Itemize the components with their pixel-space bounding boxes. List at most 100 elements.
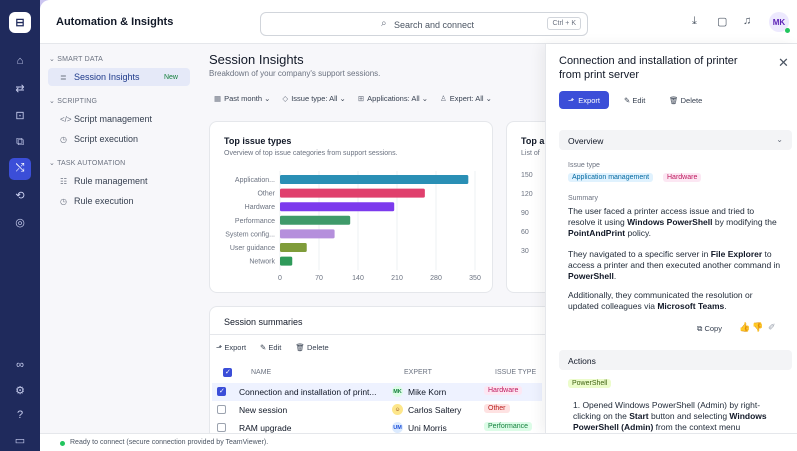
devices-icon[interactable]: ⧉ xyxy=(9,131,31,152)
filter-issue-type[interactable]: ◇ Issue type: All ⌄ xyxy=(282,94,345,103)
thumbs-down-icon[interactable]: 👎 xyxy=(752,322,763,333)
bar[interactable] xyxy=(280,243,307,252)
sidebar-item-rule-execution[interactable]: ◷ Rule execution xyxy=(48,192,190,210)
sidebar-item-label: Script management xyxy=(74,114,153,124)
transfer-icon[interactable]: ⇄ xyxy=(9,77,31,98)
bar[interactable] xyxy=(280,175,469,184)
search-input[interactable]: ⌕ Search and connect Ctrl + K xyxy=(260,12,588,36)
sidebar-item-label: Rule management xyxy=(74,176,148,186)
bar[interactable] xyxy=(280,215,351,225)
x-tick-label: 140 xyxy=(352,275,364,282)
issue-chip: Application management xyxy=(568,173,654,182)
nav-section-scripting[interactable]: ⌄ SCRIPTING xyxy=(49,97,97,105)
expert-avatar: UM xyxy=(392,422,403,433)
sidebar-item-session-insights[interactable]: ≣ Session Insights New xyxy=(48,68,190,86)
thumbs-up-icon[interactable]: 👍 xyxy=(739,322,750,333)
icon-rail: ⊟ ⌂ ⇄ ⊡ ⧉ ⤭ ⟲ ◎ ∞ ⚙ ? ▭ xyxy=(0,0,40,451)
download-icon[interactable]: ⤓ xyxy=(692,15,697,28)
scripting-icon[interactable]: ⊡ xyxy=(9,104,31,125)
sidebar-item-script-management[interactable]: </> Script management xyxy=(48,110,190,128)
filter-bar: ▦ Past month ⌄ ◇ Issue type: All ⌄ ⊞ Applic… xyxy=(214,94,492,103)
app-window: Automation & Insights ⌕ Search and conne… xyxy=(40,0,797,451)
rules-icon: ☷ xyxy=(60,176,68,186)
y-tick-label: 30 xyxy=(521,248,529,255)
feedback-icon[interactable]: ✐ xyxy=(768,322,776,333)
page-title: Session Insights xyxy=(209,52,304,67)
bar[interactable] xyxy=(280,202,395,212)
row-checkbox[interactable] xyxy=(217,405,226,414)
sidebar-item-rule-management[interactable]: ☷ Rule management xyxy=(48,172,190,190)
connections-icon[interactable]: ∞ xyxy=(9,355,31,376)
panel-title: Connection and installation of printer f… xyxy=(559,55,738,81)
select-all-checkbox[interactable] xyxy=(223,368,232,377)
category-label: System config... xyxy=(225,231,275,238)
panel-delete-button[interactable]: 🗑 Delete xyxy=(669,96,702,105)
top-issue-types-card: Top issue types Overview of top issue ca… xyxy=(209,121,493,293)
y-tick-label: 150 xyxy=(521,172,533,179)
y-tick-label: 90 xyxy=(521,210,529,217)
expert-name: Uni Morris xyxy=(408,423,447,433)
delete-button[interactable]: 🗑 Delete xyxy=(295,343,328,352)
filter-applications[interactable]: ⊞ Applications: All ⌄ xyxy=(358,94,428,103)
category-label: Other xyxy=(257,191,275,198)
issue-type-tag: Hardware xyxy=(484,386,523,395)
filter-period[interactable]: ▦ Past month ⌄ xyxy=(214,94,270,103)
panel-export-button[interactable]: ⬏ Export xyxy=(559,91,609,109)
bell-icon[interactable]: ♫ xyxy=(743,15,751,27)
category-label: Performance xyxy=(235,218,275,225)
copy-button[interactable]: ⧉ Copy xyxy=(697,324,722,334)
row-checkbox[interactable] xyxy=(217,423,226,432)
help-icon[interactable]: ? xyxy=(9,405,31,426)
row-checkbox[interactable] xyxy=(217,387,226,396)
issue-type-label: Issue type xyxy=(568,162,600,169)
x-tick-label: 210 xyxy=(391,275,403,282)
column-header-expert[interactable]: EXPERT xyxy=(404,369,432,376)
bar[interactable] xyxy=(280,229,335,239)
summaries-title: Session summaries xyxy=(224,317,303,327)
x-tick-label: 0 xyxy=(278,275,282,282)
overview-section-header[interactable]: Overview ⌄ xyxy=(559,130,792,150)
issue-type-tag: Other xyxy=(484,404,510,413)
column-header-name[interactable]: NAME xyxy=(251,369,271,376)
edit-button[interactable]: ✎ Edit xyxy=(260,343,281,352)
top-bar: Automation & Insights ⌕ Search and conne… xyxy=(40,0,797,44)
actions-section-header[interactable]: Actions xyxy=(559,350,792,370)
summary-label: Summary xyxy=(568,195,598,202)
home-icon[interactable]: ⌂ xyxy=(9,51,31,72)
category-label: User guidance xyxy=(230,245,275,252)
status-bar: Ready to connect (secure connection prov… xyxy=(40,433,797,451)
category-label: Application... xyxy=(235,177,275,184)
chat-icon[interactable]: ▢ xyxy=(717,15,727,28)
session-name: Connection and installation of print... xyxy=(239,387,377,397)
app-logo-icon[interactable]: ⊟ xyxy=(9,12,31,34)
close-icon[interactable]: ✕ xyxy=(778,55,789,71)
sidebar-item-script-execution[interactable]: ◷ Script execution xyxy=(48,130,190,148)
page-subtitle: Breakdown of your company's support sess… xyxy=(209,69,381,78)
export-button[interactable]: ⬏ Export xyxy=(216,343,246,352)
y-tick-label: 120 xyxy=(521,191,533,198)
search-shortcut: Ctrl + K xyxy=(547,17,581,30)
panel-icon[interactable]: ▭ xyxy=(9,430,31,451)
bar[interactable] xyxy=(280,188,425,198)
settings-icon[interactable]: ⚙ xyxy=(9,380,31,401)
table-row[interactable]: Connection and installation of print... … xyxy=(212,383,542,401)
column-header-issue-type[interactable]: ISSUE TYPE xyxy=(495,369,536,376)
list-icon: ≣ xyxy=(60,72,67,82)
y-tick-label: 60 xyxy=(521,229,529,236)
automation-icon[interactable]: ⤭ xyxy=(9,158,31,180)
filter-expert[interactable]: ♙ Expert: All ⌄ xyxy=(440,94,492,103)
panel-edit-button[interactable]: ✎ Edit xyxy=(624,96,645,105)
settings-circle-icon[interactable]: ◎ xyxy=(9,212,31,233)
sidebar-item-label: Script execution xyxy=(74,134,139,144)
integrations-icon[interactable]: ⟲ xyxy=(9,185,31,206)
table-row[interactable]: New session ☺ Carlos Saltery Other xyxy=(212,401,542,419)
issue-types-bar-chart: 0 70 140 210 280 350 Application... Other Hardwa… xyxy=(225,171,481,282)
nav-section-smart-data[interactable]: ⌄ SMART DATA xyxy=(49,55,103,63)
app-title: Automation & Insights xyxy=(56,16,174,28)
nav-section-task-automation[interactable]: ⌄ TASK AUTOMATION xyxy=(49,159,125,167)
expert-avatar: ☺ xyxy=(392,404,403,415)
action-step: 1. Opened Windows PowerShell (Admin) by … xyxy=(573,400,767,432)
bar[interactable] xyxy=(280,256,293,266)
apps-icon: ⊞ xyxy=(357,94,365,103)
expert-name: Mike Korn xyxy=(408,387,447,397)
